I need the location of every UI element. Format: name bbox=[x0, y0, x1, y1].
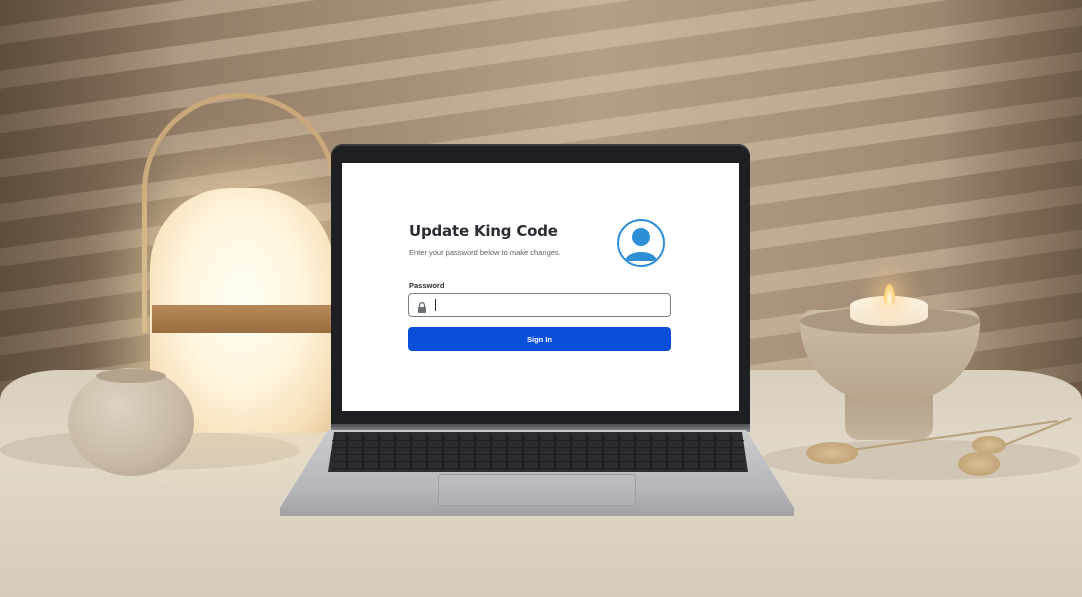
candle-flame bbox=[884, 284, 895, 306]
page-subtitle: Enter your password below to make change… bbox=[409, 248, 561, 257]
dried-grass-seed bbox=[806, 442, 858, 464]
lamp-band bbox=[152, 305, 332, 333]
sign-in-button[interactable]: Sign In bbox=[408, 327, 671, 351]
stone-sphere bbox=[68, 368, 194, 476]
keyboard-keys bbox=[332, 434, 744, 470]
password-field[interactable] bbox=[408, 293, 671, 317]
password-label: Password bbox=[409, 281, 445, 290]
user-avatar-icon bbox=[617, 219, 665, 267]
dried-grass-seed bbox=[958, 452, 1000, 476]
page-title: Update King Code bbox=[409, 222, 558, 240]
stone-sphere-top bbox=[96, 369, 166, 383]
laptop-screen: Update King Code Enter your password bel… bbox=[342, 163, 739, 411]
text-cursor bbox=[435, 299, 436, 311]
trackpad bbox=[438, 474, 636, 506]
lock-icon bbox=[417, 300, 427, 313]
tablecloth-fold bbox=[760, 440, 1080, 480]
dried-grass-seed bbox=[972, 436, 1006, 454]
